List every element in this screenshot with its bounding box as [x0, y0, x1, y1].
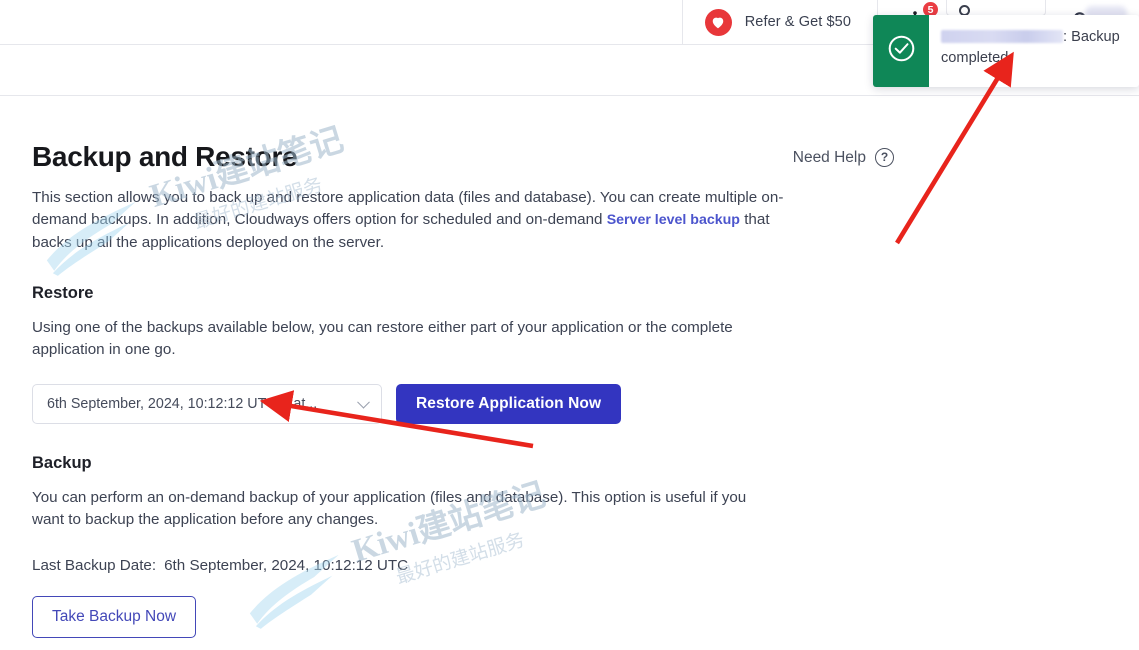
- backup-section-heading: Backup: [32, 454, 92, 473]
- refer-label: Refer & Get $50: [744, 14, 851, 30]
- restore-application-now-button[interactable]: Restore Application Now: [396, 384, 622, 425]
- app-root: Refer & Get $50 5 Kiwi建站笔记 最好的建站服务 Kiwi建…: [0, 0, 1139, 650]
- refer-and-earn-button[interactable]: Refer & Get $50: [681, 0, 877, 44]
- last-backup-value: 6th September, 2024, 10:12:12 UTC: [164, 557, 409, 575]
- restore-section-description: Using one of the backups available below…: [32, 319, 733, 359]
- search-field-peek[interactable]: [946, 0, 1046, 16]
- page-title: Backup and Restore: [32, 141, 298, 172]
- page-header-row: Backup and Restore Need Help ?: [32, 141, 894, 173]
- backup-select-value: 6th September, 2024, 10:12:12 UTC (Lat..…: [47, 396, 318, 413]
- backup-section-description: You can perform an on-demand backup of y…: [32, 489, 747, 529]
- last-backup-label: Last Backup Date:: [32, 557, 157, 575]
- heart-icon: [704, 8, 732, 36]
- toast-message: : Backup completed: [929, 15, 1139, 87]
- restore-controls-row: 6th September, 2024, 10:12:12 UTC (Lat..…: [32, 384, 1032, 425]
- toast-redacted-site-name: [941, 30, 1063, 43]
- toast-status-bar: [873, 15, 929, 87]
- page-description: This section allows you to back up and r…: [32, 187, 804, 255]
- need-help-button[interactable]: Need Help ?: [793, 148, 894, 167]
- check-circle-icon: [887, 34, 916, 68]
- main-content: Backup and Restore Need Help ? This sect…: [32, 96, 1032, 639]
- question-circle-icon: ?: [875, 148, 894, 167]
- server-level-backup-link[interactable]: Server level backup: [607, 212, 740, 228]
- take-backup-now-button[interactable]: Take Backup Now: [32, 596, 197, 639]
- last-backup-date-row: Last Backup Date: 6th September, 2024, 10…: [32, 557, 1032, 574]
- backup-completed-toast[interactable]: : Backup completed: [873, 15, 1139, 87]
- chevron-down-icon: [357, 396, 370, 409]
- restore-section-heading: Restore: [32, 284, 94, 303]
- need-help-label: Need Help: [792, 148, 866, 166]
- backup-select[interactable]: 6th September, 2024, 10:12:12 UTC (Lat..…: [32, 384, 382, 425]
